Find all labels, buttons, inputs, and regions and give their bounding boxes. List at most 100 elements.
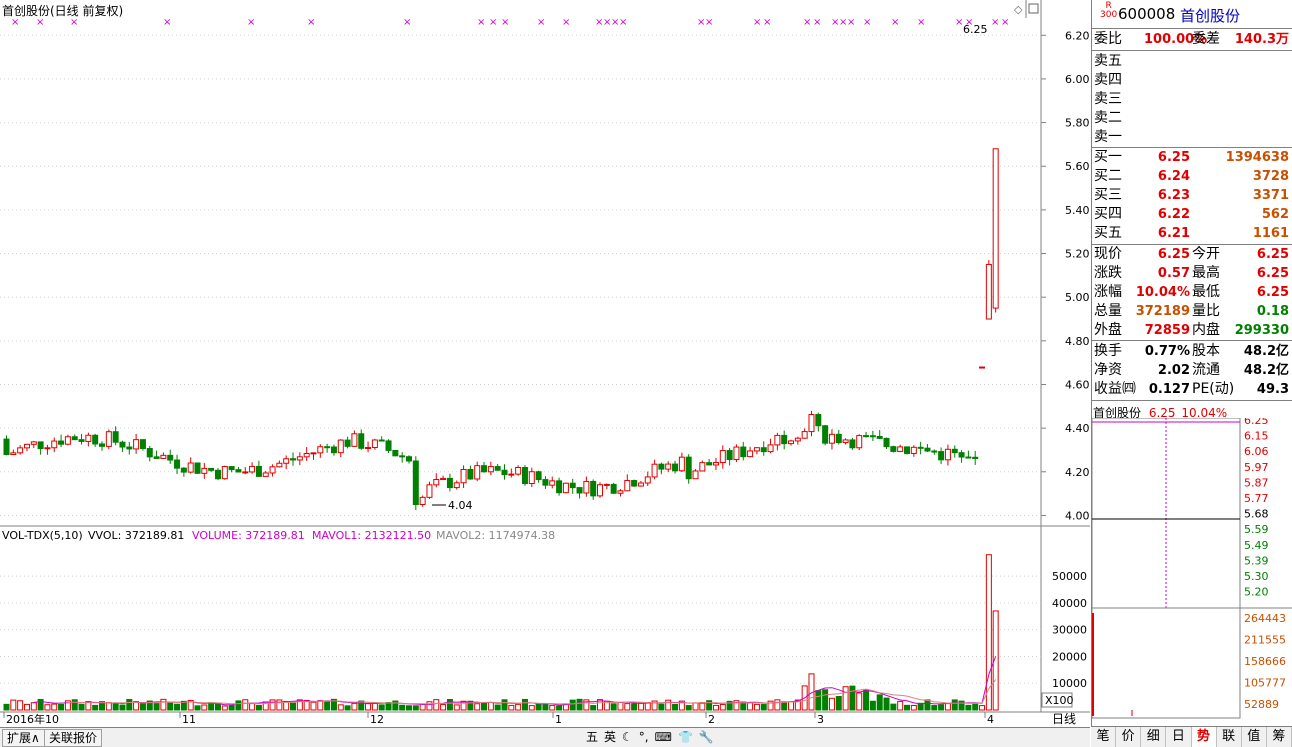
candle-body <box>358 433 365 449</box>
ime-icon[interactable]: ☾ <box>620 729 635 745</box>
candle-body <box>521 467 528 484</box>
volume-bar <box>317 700 324 711</box>
tab-0[interactable]: 笔 <box>1091 727 1117 747</box>
volume-bar <box>938 704 945 711</box>
period-label[interactable]: 日线 <box>1052 712 1076 726</box>
volume-bar <box>174 703 181 711</box>
candle-body <box>985 263 992 320</box>
time-tick-label: 1 <box>555 713 562 726</box>
ime-icon[interactable]: 五 <box>584 729 600 745</box>
expand-button[interactable]: 扩展∧ <box>2 729 45 747</box>
candle-body <box>576 487 583 494</box>
stat-row: 现价 6.25 今开 6.25 <box>1092 245 1292 264</box>
stat-cell: 最低 <box>1192 284 1220 300</box>
candle-body <box>774 434 781 446</box>
quote-panel: R 300 600008 首创股份 委比 100.00% 委差 140.3万 卖五… <box>1091 0 1292 746</box>
candle-body <box>392 449 399 457</box>
tab-3[interactable]: 日 <box>1166 727 1192 747</box>
candle-body <box>371 439 378 449</box>
tab-4[interactable]: 势 <box>1191 727 1217 747</box>
candle-body <box>712 462 719 466</box>
stat-cell: 6.25 <box>1256 247 1289 262</box>
volume-bar <box>44 704 51 711</box>
event-marker: × <box>403 17 411 28</box>
candle-body <box>767 444 774 453</box>
finance-cell: 股本 <box>1192 343 1220 359</box>
candle-body <box>672 463 679 472</box>
event-marker: × <box>477 17 485 28</box>
tab-5[interactable]: 联 <box>1216 727 1242 747</box>
ime-icon[interactable]: 👕 <box>676 729 695 745</box>
volume-bar <box>931 705 938 711</box>
event-marker: × <box>11 17 19 28</box>
buy-level-volume: 1394638 <box>1225 150 1289 165</box>
finance-cell: 48.2亿 <box>1243 363 1289 378</box>
stat-row: 外盘 72859 内盘 299330 <box>1092 321 1292 340</box>
volume-tick-label: 50000 <box>1052 570 1087 583</box>
candle-body <box>740 446 747 458</box>
candle-body <box>938 451 945 461</box>
stat-cell: 299330 <box>1234 323 1289 338</box>
volume-bar <box>535 703 542 711</box>
event-marker: × <box>70 17 78 28</box>
tab-6[interactable]: 值 <box>1241 727 1267 747</box>
kline-chart[interactable]: 6.20 6.00 5.80 5.60 5.40 5.20 5.00 4.80 4.60 4.40… <box>0 0 1090 727</box>
stat-cell: 372189 <box>1135 304 1190 319</box>
finance-cell: 49.3 <box>1256 382 1289 397</box>
candle-body <box>303 453 310 458</box>
tab-1[interactable]: 价 <box>1116 727 1142 747</box>
candle-body <box>330 446 337 454</box>
volume-bar <box>351 702 358 711</box>
ime-toolbar[interactable]: 五英 ☾ °, ⌨ 👕 🔧 <box>584 729 716 745</box>
price-tick-label: 5.40 <box>1065 204 1090 217</box>
volume-bar <box>590 705 597 711</box>
candle-body <box>658 463 665 470</box>
volume-bar <box>610 703 617 711</box>
volume-bar <box>617 701 624 711</box>
candle-body <box>692 470 699 480</box>
min-price-marker: 4.04 <box>448 499 473 512</box>
stock-name[interactable]: 首创股份 <box>1180 5 1240 26</box>
price-tick-label: 5.20 <box>1065 248 1090 261</box>
multiplier-label: X100 <box>1045 694 1074 707</box>
candle-body <box>460 468 467 484</box>
related-quotes-button[interactable]: 关联报价 <box>44 729 103 747</box>
tab-2[interactable]: 细 <box>1141 727 1167 747</box>
candle-body <box>242 471 249 474</box>
candle-body <box>883 437 890 448</box>
buy-level-price: 6.24 <box>1157 169 1190 184</box>
volume-bar <box>501 699 508 711</box>
candle-body <box>542 479 549 486</box>
volume-bar <box>160 698 167 711</box>
ime-icon[interactable]: 英 <box>602 729 618 745</box>
vol-indicator-name[interactable]: VOL-TDX(5,10) <box>2 529 83 542</box>
volume-bar <box>528 705 535 711</box>
candle-body <box>44 447 51 450</box>
finance-cell: 净资 <box>1094 362 1122 378</box>
candle-body <box>351 433 358 447</box>
volume-bar <box>392 700 399 711</box>
mini-price-tick: 5.49 <box>1244 539 1269 552</box>
candle-body <box>719 450 726 464</box>
diamond-icon[interactable]: ◇ <box>1014 3 1023 16</box>
volume-bar <box>842 686 849 711</box>
ime-icon[interactable]: ⌨ <box>653 729 674 745</box>
stat-cell: 0.57 <box>1157 266 1190 281</box>
mini-volume-tick: 264443 <box>1244 612 1286 625</box>
mini-price-tick: 6.06 <box>1244 445 1269 458</box>
candle-body <box>64 436 71 445</box>
candle-body <box>562 482 569 494</box>
volume-bar <box>576 698 583 711</box>
time-tick-label: 12 <box>370 713 384 726</box>
tab-7[interactable]: 筹 <box>1266 727 1292 747</box>
weibi-row: 委比 100.00% 委差 140.3万 <box>1094 31 1289 47</box>
volume-bar <box>3 703 10 711</box>
volume-bar <box>30 702 37 711</box>
buy-level-row: 买五 6.21 1161 <box>1092 224 1292 243</box>
candle-body <box>139 439 146 449</box>
intraday-minichart[interactable]: 6.25 6.15 6.06 5.97 5.87 5.77 5.68 5.59 5.49 5.39… <box>1092 418 1292 726</box>
ime-icon[interactable]: °, <box>637 729 651 745</box>
volume-bar <box>92 704 99 711</box>
volume-bar <box>412 705 419 711</box>
ime-icon[interactable]: 🔧 <box>697 729 716 745</box>
